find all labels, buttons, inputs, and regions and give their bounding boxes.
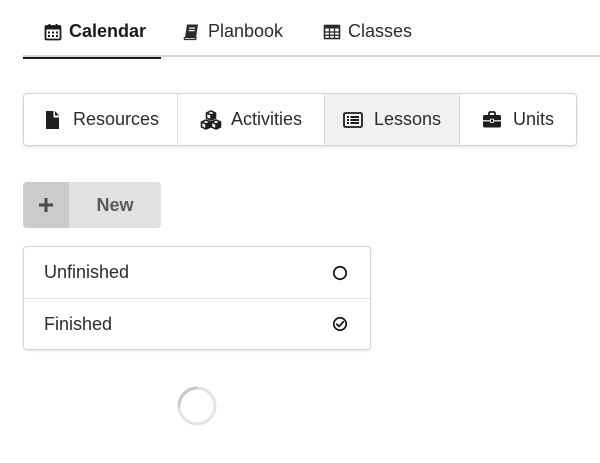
plus-icon — [23, 182, 69, 228]
menu-item-lessons-label: Lessons — [373, 109, 442, 129]
briefcase-icon — [482, 110, 502, 130]
loading-spinner-icon — [177, 386, 217, 426]
menu-item-resources-label: Resources — [72, 109, 160, 129]
section-menu: Resources Activities Lessons Units — [23, 93, 577, 146]
tab-planbook[interactable]: Planbook — [183, 6, 283, 57]
file-icon — [42, 110, 62, 130]
menu-item-resources[interactable]: Resources — [24, 94, 178, 145]
menu-item-activities-label: Activities — [230, 109, 302, 129]
calendar-icon — [44, 23, 62, 41]
tab-calendar-label: Calendar — [69, 21, 147, 41]
circle-outline-icon — [332, 265, 348, 281]
book-icon — [183, 23, 201, 41]
tab-classes-label: Classes — [348, 21, 413, 41]
tab-calendar[interactable]: Calendar — [23, 6, 161, 59]
tab-planbook-label: Planbook — [208, 21, 284, 41]
top-nav-tabs: Calendar Planbook Classes — [23, 6, 600, 59]
filter-item-unfinished[interactable]: Unfinished — [24, 247, 370, 298]
list-alt-icon — [343, 110, 363, 130]
filter-item-label: Unfinished — [44, 262, 130, 282]
menu-item-activities[interactable]: Activities — [178, 94, 325, 145]
app-root: Calendar Planbook Classes Resources Acti… — [0, 0, 600, 463]
filter-item-finished[interactable]: Finished — [24, 298, 370, 349]
lesson-status-filter: Unfinished Finished — [23, 246, 371, 350]
menu-item-lessons[interactable]: Lessons — [325, 94, 460, 145]
table-icon — [323, 23, 341, 41]
menu-item-units[interactable]: Units — [460, 94, 576, 145]
tab-classes[interactable]: Classes — [323, 6, 412, 57]
cubes-icon — [200, 109, 222, 130]
filter-item-label: Finished — [44, 313, 113, 334]
new-button[interactable]: New — [23, 182, 161, 228]
menu-item-units-label: Units — [512, 109, 554, 129]
new-button-label: New — [96, 194, 134, 215]
check-circle-icon — [332, 316, 348, 332]
